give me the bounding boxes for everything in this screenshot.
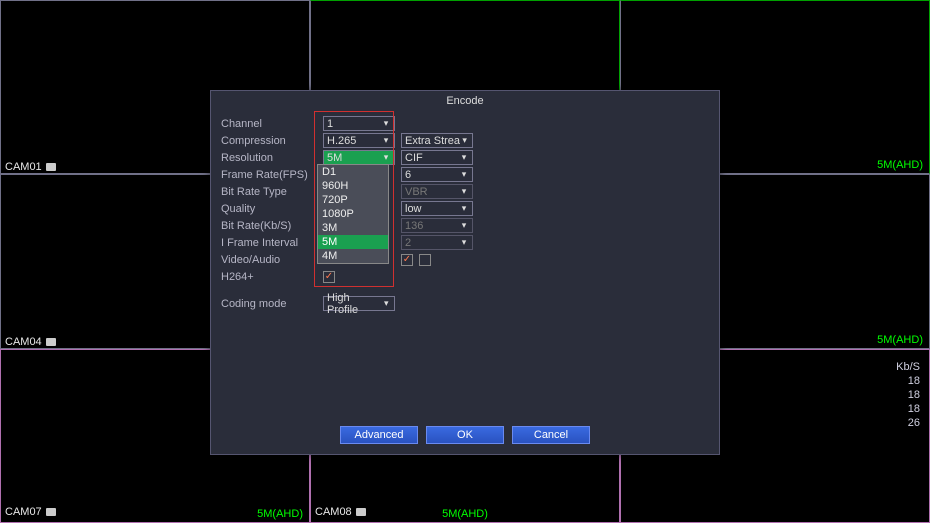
chevron-down-icon: ▾ [460,135,469,146]
camera-icon [46,338,56,346]
label-fps: Frame Rate(FPS) [221,169,317,181]
resolution-option[interactable]: 3M [318,221,388,235]
chevron-down-icon: ▾ [459,152,469,163]
camera-icon [356,508,366,516]
label-va: Video/Audio [221,254,317,266]
chevron-down-icon: ▾ [381,152,391,163]
cam-name: CAM08 [315,506,366,518]
cam-format-label: 5M(AHD) [257,508,303,520]
chevron-down-icon: ▾ [381,118,391,129]
resolution-option[interactable]: 720P [318,193,388,207]
cam-name: CAM01 [5,161,56,173]
advanced-button[interactable]: Advanced [340,426,418,444]
cancel-button[interactable]: Cancel [512,426,590,444]
coding-mode-select[interactable]: High Profile▾ [323,296,395,311]
label-compression: Compression [221,135,317,147]
encode-dialog: Encode Channel 1▾ Compression H.265▾ Ext… [210,90,720,455]
label-brtype: Bit Rate Type [221,186,317,198]
label-channel: Channel [221,118,317,130]
resolution-select[interactable]: 5M▾ [323,150,395,165]
sub-brtype-select[interactable]: VBR▾ [401,184,473,199]
label-brkbs: Bit Rate(Kb/S) [221,220,317,232]
chevron-down-icon: ▾ [459,220,469,231]
compression-select[interactable]: H.265▾ [323,133,395,148]
label-quality: Quality [221,203,317,215]
chevron-down-icon: ▾ [459,237,469,248]
camera-icon [46,508,56,516]
resolution-dropdown-list[interactable]: D1960H720P1080P3M5M4M [317,164,389,264]
label-iframe: I Frame Interval [221,237,317,249]
bitrate-readout: Kb/S 18 18 18 26 [896,360,920,430]
sub-compression-select[interactable]: Extra Stream▾ [401,133,473,148]
label-resolution: Resolution [221,152,317,164]
camera-icon [46,163,56,171]
chevron-down-icon: ▾ [459,186,469,197]
resolution-option[interactable]: 5M [318,235,388,249]
resolution-option[interactable]: 1080P [318,207,388,221]
ok-button[interactable]: OK [426,426,504,444]
cam-format-label: 5M(AHD) [877,159,923,171]
sub-resolution-select[interactable]: CIF▾ [401,150,473,165]
cam-format-label: 5M(AHD) [442,508,488,520]
dialog-title: Encode [211,91,719,111]
label-h264p: H264+ [221,271,317,283]
chevron-down-icon: ▾ [459,169,469,180]
cam-name: CAM04 [5,336,56,348]
resolution-option[interactable]: 4M [318,249,388,263]
sub-audio-checkbox[interactable] [419,254,431,266]
channel-select[interactable]: 1▾ [323,116,395,131]
chevron-down-icon: ▾ [381,298,391,309]
resolution-option[interactable]: D1 [318,165,388,179]
h264plus-checkbox[interactable] [323,271,335,283]
resolution-option[interactable]: 960H [318,179,388,193]
chevron-down-icon: ▾ [381,135,391,146]
sub-video-checkbox[interactable] [401,254,413,266]
cam-format-label: 5M(AHD) [877,334,923,346]
label-coding: Coding mode [221,298,317,310]
sub-quality-select[interactable]: low▾ [401,201,473,216]
chevron-down-icon: ▾ [459,203,469,214]
cam-name: CAM07 [5,506,56,518]
sub-brkbs-select[interactable]: 136▾ [401,218,473,233]
sub-iframe-select[interactable]: 2▾ [401,235,473,250]
sub-fps-select[interactable]: 6▾ [401,167,473,182]
